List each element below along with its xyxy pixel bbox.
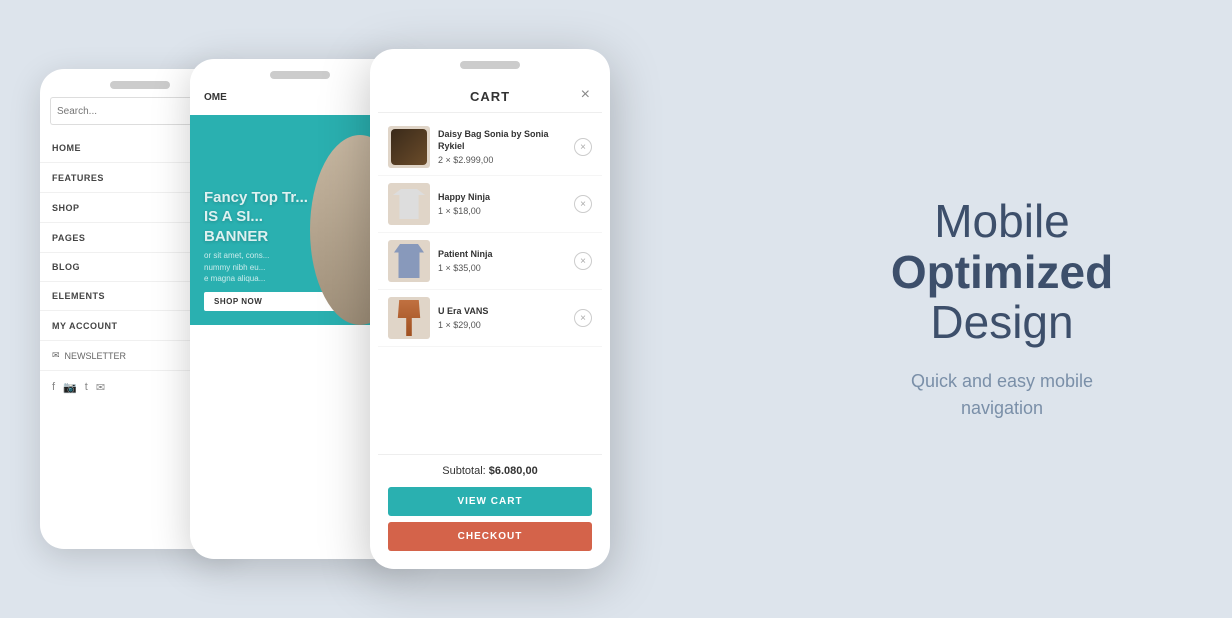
cart-items-list: Daisy Bag Sonia by Sonia Rykiel 2 × $2.9… (378, 113, 602, 454)
cart-item: Patient Ninja 1 × $35,00 × (378, 233, 602, 290)
product-info: U Era VANS 1 × $29,00 (438, 306, 566, 330)
product-info: Daisy Bag Sonia by Sonia Rykiel 2 × $2.9… (438, 129, 566, 164)
product-image (388, 240, 430, 282)
scene: 🔍 HOME ⌄ FEATURES ⌄ SHOP ⌄ PAGES ⌄ BLOG … (0, 0, 1232, 618)
remove-item-button[interactable]: × (574, 195, 592, 213)
cart-item: U Era VANS 1 × $29,00 × (378, 290, 602, 347)
search-input[interactable] (50, 97, 202, 125)
promo-section: Mobile Optimized Design Quick and easy m… (832, 196, 1172, 422)
instagram-icon[interactable]: 📷 (63, 381, 77, 394)
cart-item: Daisy Bag Sonia by Sonia Rykiel 2 × $2.9… (378, 119, 602, 176)
bag-image (391, 129, 427, 165)
promo-line1: Mobile (832, 196, 1172, 247)
product-info: Happy Ninja 1 × $18,00 (438, 192, 566, 216)
email-icon[interactable]: ✉ (96, 381, 105, 394)
product-price: 2 × $2.999,00 (438, 155, 566, 165)
promo-line2: Optimized (832, 247, 1172, 298)
checkout-button[interactable]: CHECKOUT (388, 522, 592, 551)
facebook-icon[interactable]: f (52, 381, 55, 394)
cart-header: CART × (378, 77, 602, 113)
remove-item-button[interactable]: × (574, 138, 592, 156)
logo: OME (204, 92, 227, 103)
pants-image (395, 300, 423, 336)
envelope-icon: ✉ (52, 350, 60, 361)
phone-notch (460, 61, 520, 69)
phone-cart-mockup: CART × Daisy Bag Sonia by Sonia Rykiel 2… (370, 49, 610, 569)
product-info: Patient Ninja 1 × $35,00 (438, 249, 566, 273)
product-price: 1 × $18,00 (438, 206, 566, 216)
product-name: Patient Ninja (438, 249, 566, 261)
promo-subtitle: Quick and easy mobilenavigation (832, 368, 1172, 422)
remove-item-button[interactable]: × (574, 309, 592, 327)
close-button[interactable]: × (581, 87, 590, 103)
product-image (388, 126, 430, 168)
cart-item: Happy Ninja 1 × $18,00 × (378, 176, 602, 233)
product-price: 1 × $35,00 (438, 263, 566, 273)
product-name: Happy Ninja (438, 192, 566, 204)
twitter-icon[interactable]: t (85, 381, 88, 394)
phone-notch (270, 71, 330, 79)
product-price: 1 × $29,00 (438, 320, 566, 330)
view-cart-button[interactable]: VIEW CART (388, 487, 592, 516)
shirt-image (393, 189, 425, 219)
product-name: Daisy Bag Sonia by Sonia Rykiel (438, 129, 566, 152)
cart-modal: CART × Daisy Bag Sonia by Sonia Rykiel 2… (378, 77, 602, 561)
cart-actions: VIEW CART CHECKOUT (378, 487, 602, 561)
product-image (388, 297, 430, 339)
hoodie-image (394, 244, 424, 278)
phone-notch (110, 81, 170, 89)
cart-subtotal: Subtotal: $6.080,00 (378, 454, 602, 487)
product-name: U Era VANS (438, 306, 566, 318)
remove-item-button[interactable]: × (574, 252, 592, 270)
cart-title: CART (470, 89, 510, 104)
promo-line3: Design (832, 297, 1172, 348)
product-image (388, 183, 430, 225)
